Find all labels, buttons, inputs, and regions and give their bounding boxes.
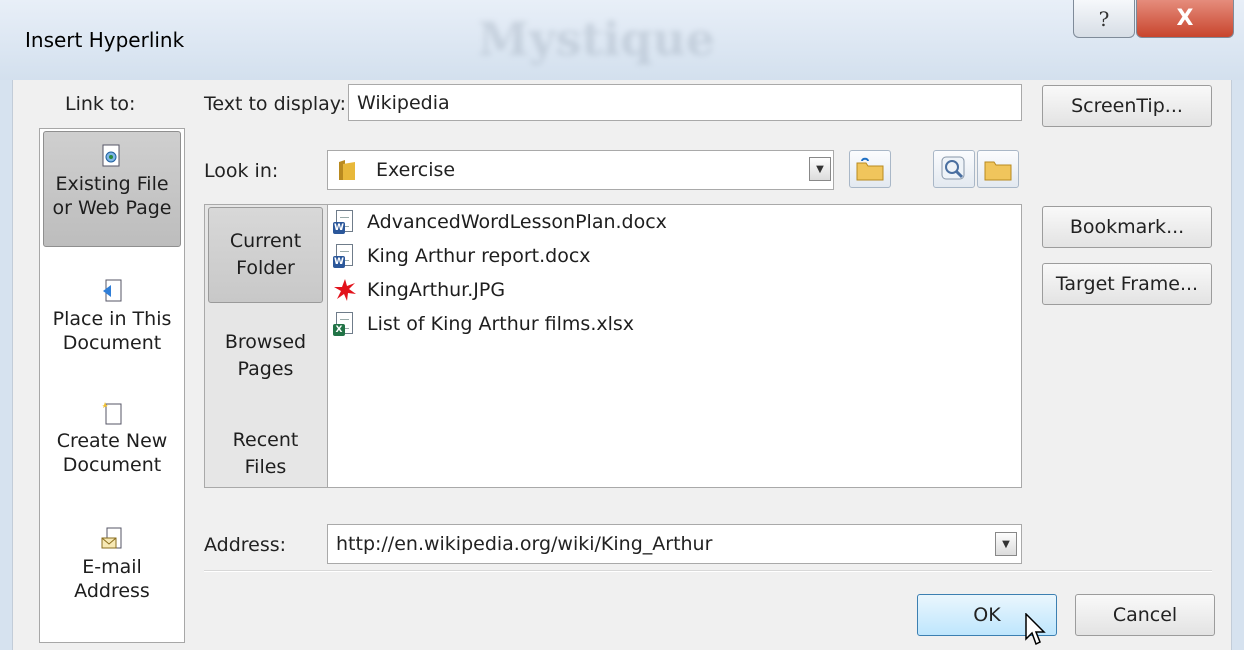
nav-label-line2: Pages bbox=[237, 358, 294, 380]
place-in-document-icon bbox=[101, 279, 123, 303]
mouse-pointer-icon bbox=[1025, 613, 1046, 646]
address-dropdown-arrow[interactable]: ▼ bbox=[995, 532, 1017, 556]
target-frame-button[interactable]: Target Frame... bbox=[1042, 263, 1212, 305]
bookmark-button[interactable]: Bookmark... bbox=[1042, 206, 1212, 248]
separator bbox=[204, 570, 1212, 572]
link-to-label-line1: Existing File bbox=[55, 173, 169, 195]
file-name: AdvancedWordLessonPlan.docx bbox=[367, 211, 667, 233]
word-document-icon: W bbox=[333, 243, 357, 269]
file-item[interactable]: W AdvancedWordLessonPlan.docx bbox=[333, 207, 667, 237]
link-to-label-line2: Address bbox=[74, 580, 150, 602]
close-icon: X bbox=[1176, 6, 1194, 31]
word-document-icon: W bbox=[333, 209, 357, 235]
file-name: KingArthur.JPG bbox=[367, 279, 506, 301]
up-folder-icon bbox=[856, 157, 884, 181]
file-name: King Arthur report.docx bbox=[367, 245, 591, 267]
screentip-button[interactable]: ScreenTip... bbox=[1042, 85, 1212, 127]
excel-workbook-icon: X bbox=[333, 311, 357, 337]
file-list[interactable]: W AdvancedWordLessonPlan.docx W King Art… bbox=[327, 204, 1022, 488]
dialog-body: Link to: Existing File or Web Page Place… bbox=[12, 80, 1232, 650]
existing-file-icon bbox=[101, 144, 123, 168]
file-name: List of King Arthur films.xlsx bbox=[367, 313, 635, 335]
address-label: Address: bbox=[204, 534, 287, 556]
nav-current-folder[interactable]: Current Folder bbox=[208, 207, 323, 303]
link-to-label-line2: Document bbox=[62, 454, 162, 476]
file-item[interactable]: X List of King Arthur films.xlsx bbox=[333, 309, 634, 339]
browse-web-icon bbox=[941, 156, 965, 180]
up-one-folder-button[interactable] bbox=[849, 150, 891, 188]
nav-label-line1: Browsed bbox=[224, 331, 307, 353]
nav-label-line2: Files bbox=[244, 456, 287, 478]
look-in-dropdown[interactable]: Exercise bbox=[327, 150, 834, 190]
nav-recent-files[interactable]: Recent Files bbox=[208, 415, 323, 491]
link-to-label-line1: Place in This bbox=[52, 308, 172, 330]
link-to-label-line1: Create New bbox=[56, 430, 168, 452]
look-in-label: Look in: bbox=[204, 160, 279, 182]
browse-file-button[interactable] bbox=[977, 150, 1019, 188]
nav-label-line1: Current bbox=[229, 230, 302, 252]
address-input[interactable]: http://en.wikipedia.org/wiki/King_Arthur bbox=[327, 524, 1022, 564]
image-file-icon bbox=[333, 277, 357, 303]
text-to-display-input[interactable]: Wikipedia bbox=[348, 84, 1022, 121]
file-item[interactable]: W King Arthur report.docx bbox=[333, 241, 591, 271]
look-in-value: Exercise bbox=[376, 159, 456, 181]
help-icon: ? bbox=[1098, 6, 1110, 31]
title-bar: Mystique Insert Hyperlink ? X bbox=[0, 0, 1244, 80]
browse-nav-bar: Current Folder Browsed Pages Recent File… bbox=[204, 204, 328, 488]
email-icon bbox=[101, 527, 123, 551]
link-to-place-in-document[interactable]: Place in This Document bbox=[43, 273, 181, 373]
link-to-label-line2: Document bbox=[62, 332, 162, 354]
nav-label-line1: Recent bbox=[232, 429, 299, 451]
help-button[interactable]: ? bbox=[1073, 0, 1135, 38]
browse-folder-icon bbox=[984, 161, 1012, 181]
link-to-create-new-document[interactable]: Create New Document bbox=[43, 395, 181, 495]
browse-web-button[interactable] bbox=[933, 150, 975, 188]
link-to-existing-file[interactable]: Existing File or Web Page bbox=[43, 131, 181, 247]
dialog-title: Insert Hyperlink bbox=[25, 28, 185, 52]
look-in-dropdown-arrow[interactable]: ▼ bbox=[809, 157, 831, 181]
link-to-label: Link to: bbox=[65, 93, 136, 115]
link-to-bar: Existing File or Web Page Place in This … bbox=[39, 128, 185, 643]
nav-browsed-pages[interactable]: Browsed Pages bbox=[208, 315, 323, 395]
nav-label-line2: Folder bbox=[236, 257, 295, 279]
folder-icon bbox=[337, 158, 357, 187]
new-document-icon bbox=[101, 401, 123, 425]
cancel-button[interactable]: Cancel bbox=[1075, 594, 1215, 636]
link-to-email-address[interactable]: E-mail Address bbox=[43, 521, 181, 621]
close-button[interactable]: X bbox=[1136, 0, 1234, 38]
file-item[interactable]: KingArthur.JPG bbox=[333, 275, 505, 305]
link-to-label-line2: or Web Page bbox=[52, 197, 172, 219]
background-window-title: Mystique bbox=[478, 12, 716, 66]
link-to-label-line1: E-mail bbox=[82, 556, 142, 578]
text-to-display-label: Text to display: bbox=[204, 93, 347, 115]
